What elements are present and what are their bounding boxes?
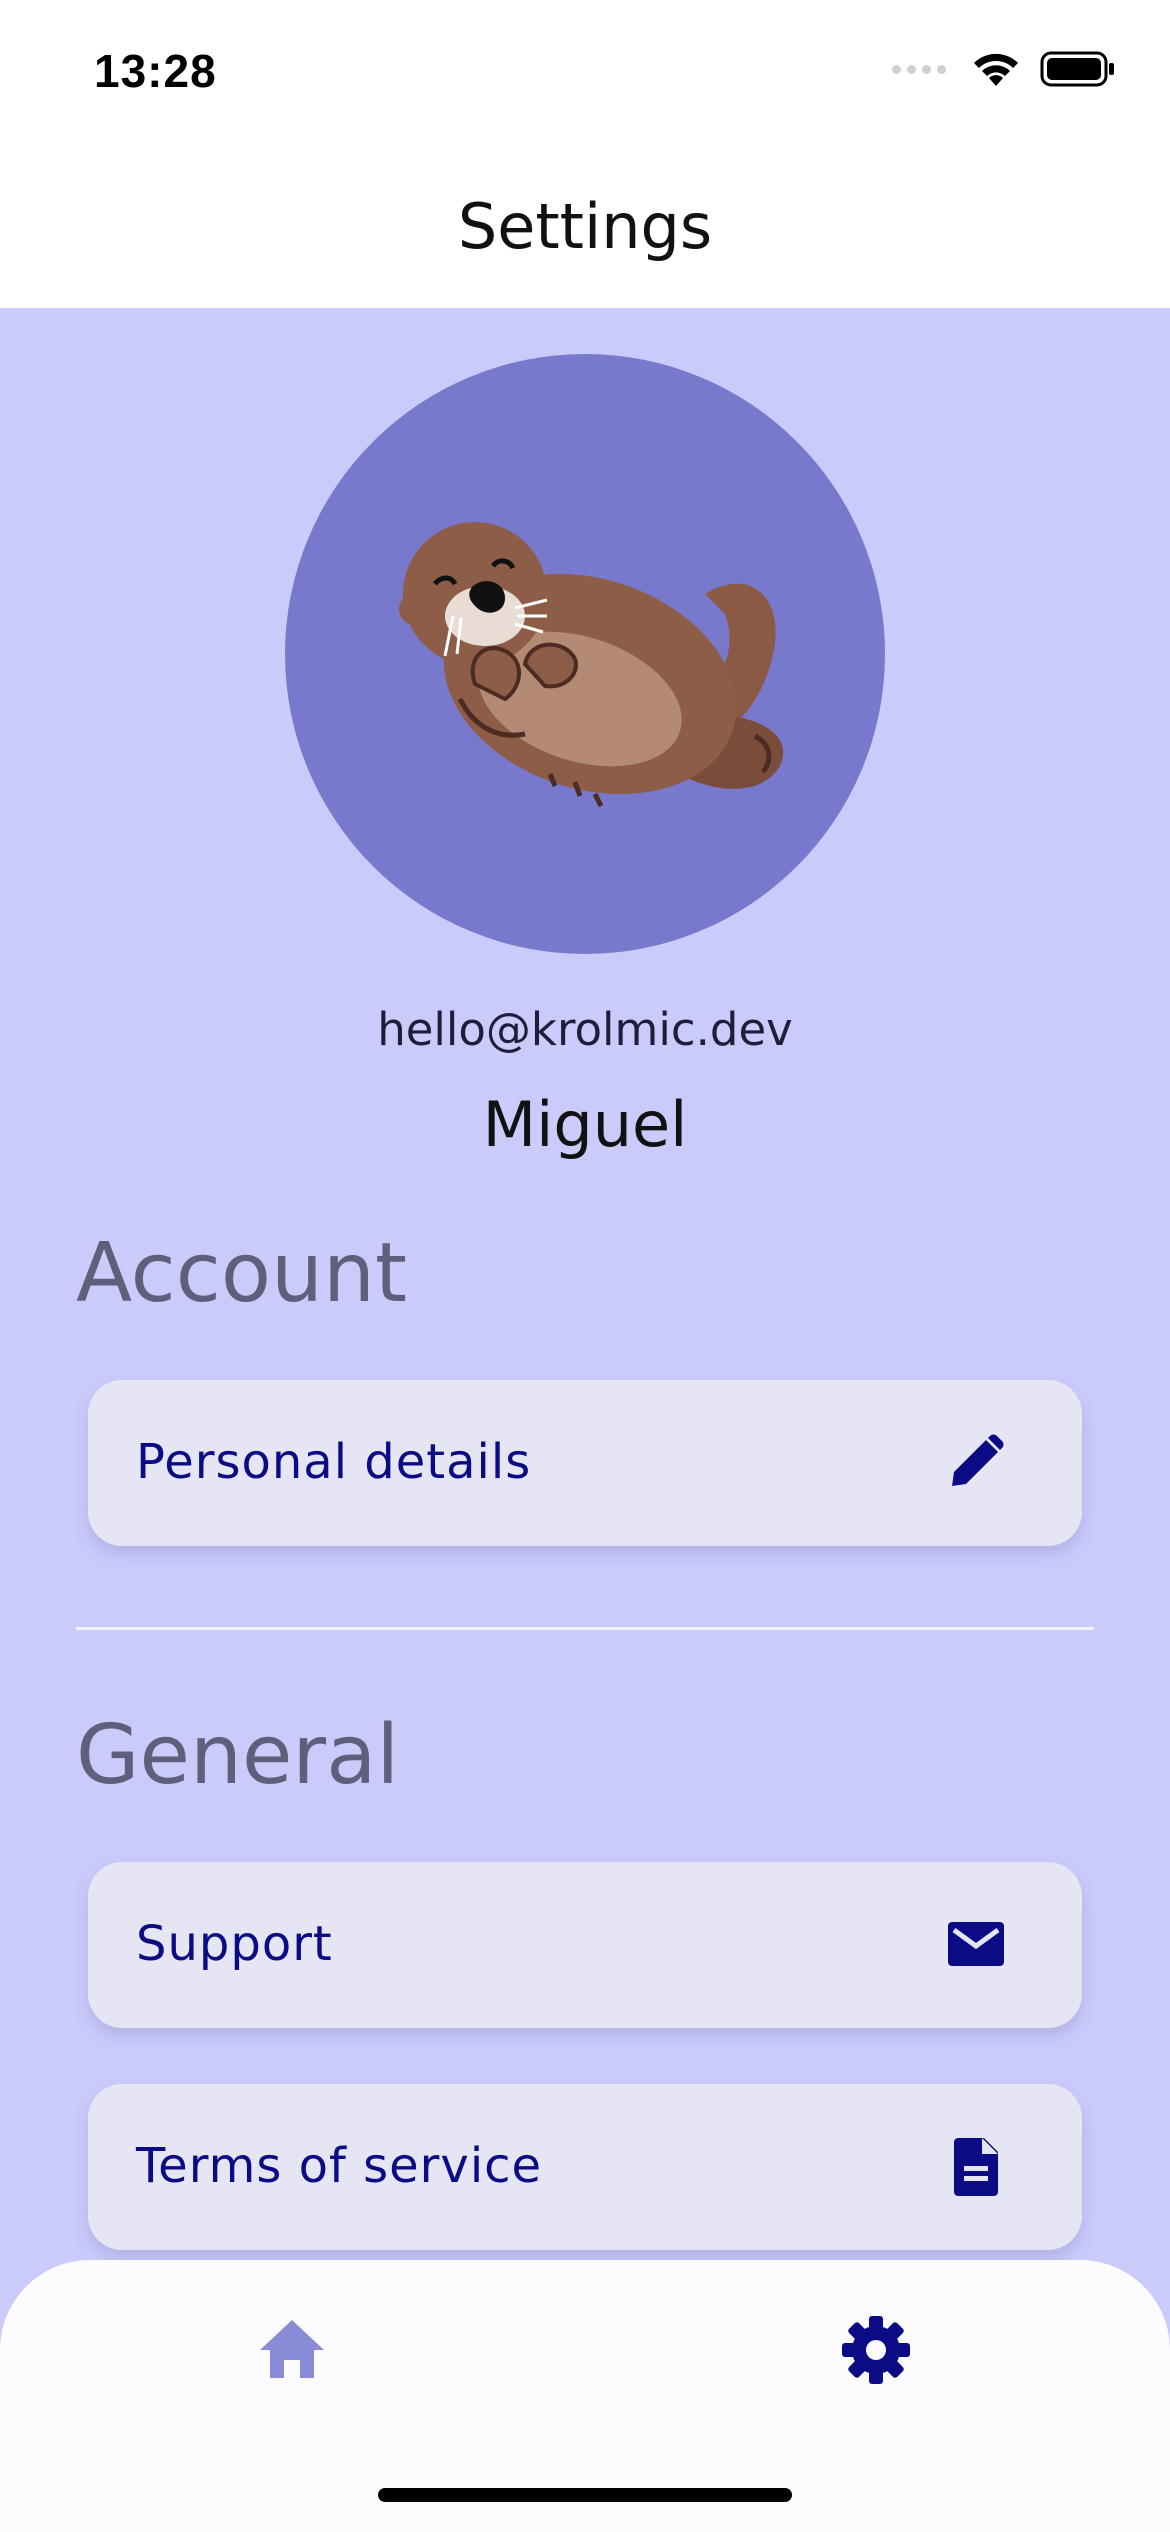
terms-of-service-button[interactable]: Terms of service xyxy=(88,2084,1082,2250)
avatar[interactable] xyxy=(285,354,885,954)
gear-icon[interactable] xyxy=(836,2310,916,2390)
support-label: Support xyxy=(136,1916,333,1972)
status-bar: 13:28 xyxy=(0,0,1170,150)
home-indicator xyxy=(378,2488,792,2502)
support-button[interactable]: Support xyxy=(88,1862,1082,2028)
profile-email: hello@krolmic.dev xyxy=(377,1003,793,1056)
cellular-signal-icon xyxy=(892,64,946,74)
personal-details-label: Personal details xyxy=(136,1434,532,1490)
status-icons xyxy=(892,50,1116,88)
page-title: Settings xyxy=(457,190,713,263)
section-title-account: Account xyxy=(76,1226,408,1321)
document-icon xyxy=(954,2138,998,2196)
section-title-general: General xyxy=(76,1708,400,1803)
profile-name: Miguel xyxy=(482,1088,688,1161)
status-time: 13:28 xyxy=(94,45,217,97)
otter-icon xyxy=(399,522,784,808)
battery-icon xyxy=(1040,51,1114,87)
wifi-icon xyxy=(974,53,1018,86)
mail-icon xyxy=(948,1922,1004,1966)
section-divider xyxy=(76,1627,1094,1630)
home-icon[interactable] xyxy=(252,2310,332,2390)
settings-content[interactable]: hello@krolmic.dev Miguel Account Persona… xyxy=(0,308,1170,2532)
terms-of-service-label: Terms of service xyxy=(136,2138,543,2194)
nav-header: Settings xyxy=(0,150,1170,308)
pencil-icon xyxy=(952,1434,1004,1486)
personal-details-button[interactable]: Personal details xyxy=(88,1380,1082,1546)
